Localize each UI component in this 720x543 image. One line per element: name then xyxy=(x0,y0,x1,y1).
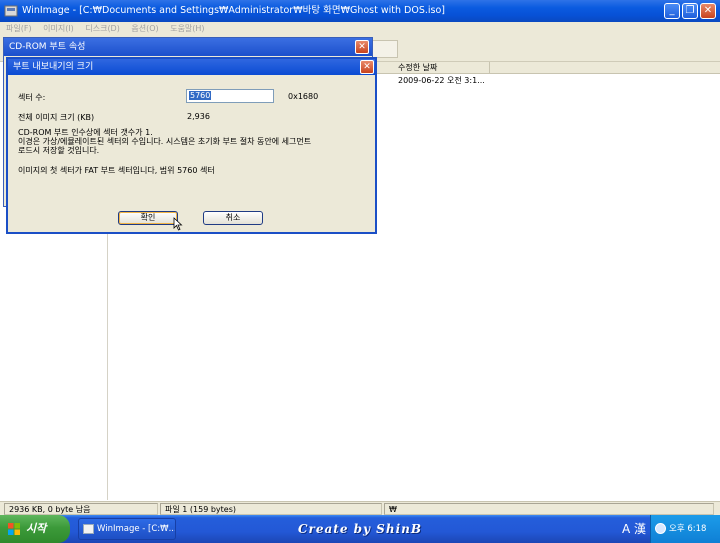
image-size-value: 2,936 xyxy=(187,112,210,121)
start-label: 시작 xyxy=(26,522,47,535)
start-button[interactable]: 시작 xyxy=(0,515,70,543)
menu-help[interactable]: 도움말(H) xyxy=(170,24,204,33)
fat-boot-note: 이미지의 첫 섹터가 FAT 부트 섹터입니다, 범위 5760 섹터 xyxy=(18,166,215,175)
status-path: ₩ xyxy=(384,503,714,515)
dialog-title[interactable]: 부트 내보내기의 크기 xyxy=(8,59,375,75)
status-free-space: 2936 KB, 0 byte 남음 xyxy=(4,503,158,515)
info-text-line3: 로드시 저장할 것입니다. xyxy=(18,146,100,155)
windows-flag-icon xyxy=(8,523,20,535)
menu-image[interactable]: 이미지(I) xyxy=(43,24,74,33)
mouse-cursor-icon xyxy=(173,217,183,231)
language-indicator[interactable]: A 漢 xyxy=(618,515,650,543)
sector-count-input[interactable]: 5760 xyxy=(186,89,274,103)
restore-button[interactable]: ❐ xyxy=(682,3,698,19)
image-size-label: 전체 이미지 크기 (KB) xyxy=(18,113,95,122)
sector-count-hex: 0x1680 xyxy=(288,92,319,101)
status-file-count: 파일 1 (159 bytes) xyxy=(160,503,382,515)
taskbar: 시작 WinImage - [C:₩... Create by ShinB A … xyxy=(0,515,720,543)
cdrom-dialog-title[interactable]: CD-ROM 부트 속성 xyxy=(4,38,372,56)
taskbar-item-winimage[interactable]: WinImage - [C:₩... xyxy=(78,518,176,540)
menu-disk[interactable]: 디스크(D) xyxy=(85,24,119,33)
window-titlebar[interactable]: WinImage - [C:₩Documents and Settings₩Ad… xyxy=(0,0,720,22)
cdrom-dialog-close-button[interactable]: ✕ xyxy=(355,40,369,54)
winimage-task-icon xyxy=(83,524,94,534)
menu-bar: 파일(F) 이미지(I) 디스크(D) 옵션(O) 도움말(H) xyxy=(0,22,720,36)
tray-arrow-icon[interactable] xyxy=(655,523,666,534)
window-title: WinImage - [C:₩Documents and Settings₩Ad… xyxy=(22,5,445,16)
tray-clock[interactable]: 오후 6:18 xyxy=(669,524,706,534)
minimize-button[interactable]: _ xyxy=(664,3,680,19)
status-bar: 2936 KB, 0 byte 남음 파일 1 (159 bytes) ₩ xyxy=(0,501,720,515)
column-header-empty xyxy=(490,62,720,74)
creator-banner: Create by ShinB xyxy=(298,522,422,536)
boot-export-size-dialog: 부트 내보내기의 크기 ✕ 섹터 수: 5760 0x1680 전체 이미지 크… xyxy=(6,57,377,234)
taskbar-item-label: WinImage - [C:₩... xyxy=(97,524,176,534)
winimage-app-icon xyxy=(4,5,18,17)
system-tray: 오후 6:18 xyxy=(650,515,720,543)
menu-file[interactable]: 파일(F) xyxy=(6,24,32,33)
toolbar-button[interactable] xyxy=(372,40,398,58)
close-button[interactable]: ✕ xyxy=(700,3,716,19)
cancel-button[interactable]: 취소 xyxy=(203,211,263,225)
dialog-close-button[interactable]: ✕ xyxy=(360,60,374,74)
menu-options[interactable]: 옵션(O) xyxy=(131,24,158,33)
file-modified-date: 2009-06-22 오전 3:1... xyxy=(398,76,485,85)
sector-count-value: 5760 xyxy=(189,91,212,100)
sector-count-label: 섹터 수: xyxy=(18,93,46,102)
ok-button[interactable]: 확인 xyxy=(118,211,178,225)
